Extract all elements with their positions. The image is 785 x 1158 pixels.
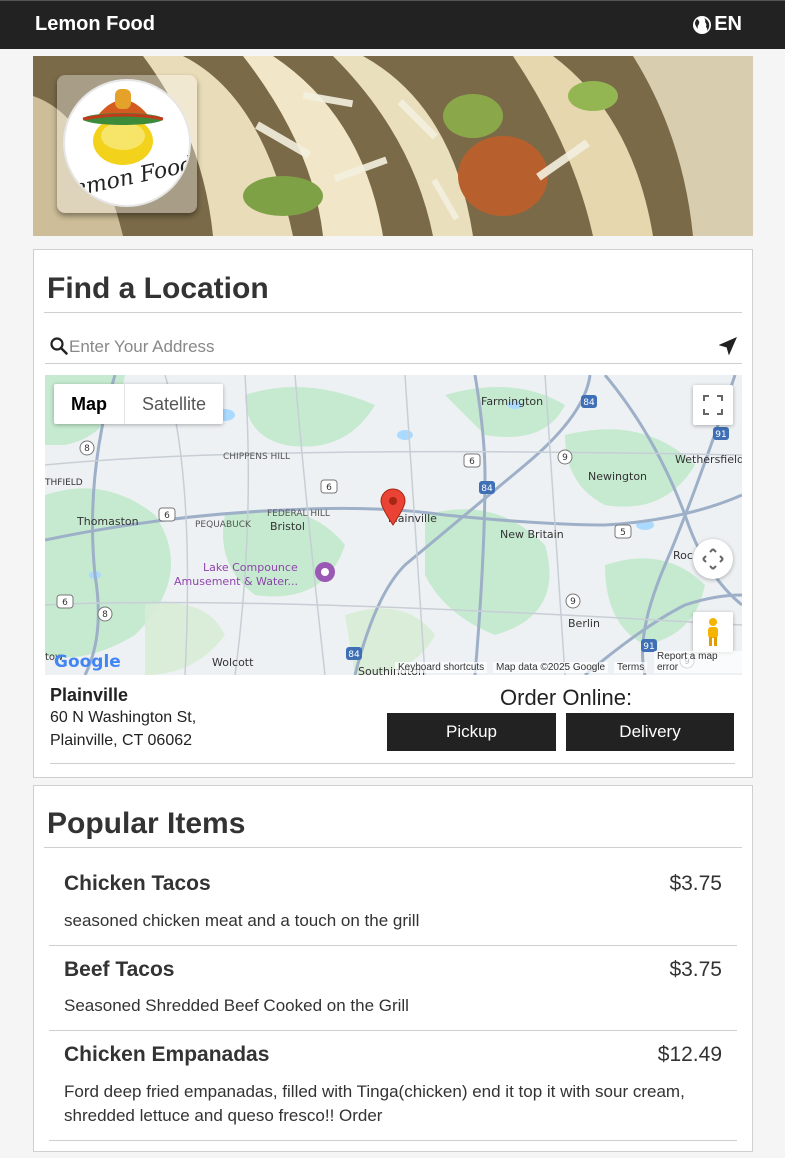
address-line-1: 60 N Washington St, [50,709,197,726]
map-type-map-button[interactable]: Map [54,384,125,424]
item-description: seasoned chicken meat and a touch on the… [64,911,420,930]
item-divider [49,945,737,946]
svg-text:91: 91 [715,430,726,440]
svg-text:6: 6 [326,483,332,493]
item-name: Chicken Tacos [64,872,211,895]
svg-text:Roc: Roc [673,549,693,562]
item-price: $3.75 [669,958,722,981]
language-code: EN [714,13,742,35]
find-location-card: Find a Location Enter Your Address 84 84… [33,249,753,778]
map-type-control: Map Satellite [54,384,224,424]
pegman-icon[interactable] [693,612,733,652]
title-divider [44,847,742,848]
svg-text:84: 84 [583,398,595,408]
svg-text:Wethersfield: Wethersfield [675,453,742,466]
svg-text:6: 6 [164,511,170,521]
item-divider [49,1140,737,1141]
pan-arrows-icon[interactable] [693,539,733,579]
language-selector[interactable]: EN [692,13,742,36]
svg-text:8: 8 [102,610,108,620]
item-name: Chicken Empanadas [64,1043,270,1066]
svg-text:New Britain: New Britain [500,528,564,541]
svg-text:91: 91 [643,642,654,652]
location-name: Plainville [50,685,129,705]
globe-icon [692,15,712,35]
svg-text:PEQUABUCK: PEQUABUCK [195,520,252,530]
svg-text:CHIPPENS HILL: CHIPPENS HILL [223,452,290,462]
item-name: Beef Tacos [64,958,175,981]
svg-text:Newington: Newington [588,470,647,483]
keyboard-shortcuts-link[interactable]: Keyboard shortcuts [395,662,488,673]
popular-items-title: Popular Items [47,807,246,840]
svg-text:Farmington: Farmington [481,395,543,408]
item-description: Seasoned Shredded Beef Cooked on the Gri… [64,996,409,1015]
google-logo: Google [54,652,121,672]
svg-text:Bristol: Bristol [270,520,305,533]
delivery-button[interactable]: Delivery [566,713,734,751]
location-divider [50,763,735,764]
item-price: $3.75 [669,872,722,895]
order-online-label: Order Online: [500,685,633,710]
item-description: Ford deep fried empanadas, filled with T… [64,1082,685,1125]
svg-text:THFIELD: THFIELD [45,478,83,488]
search-icon [50,337,68,360]
title-divider [44,312,742,313]
item-price: $12.49 [657,1043,722,1066]
find-location-title: Find a Location [47,272,269,305]
svg-text:6: 6 [62,598,68,608]
svg-text:Lake Compounce: Lake Compounce [203,561,298,574]
map-data-credit: Map data ©2025 Google [493,662,609,673]
map-type-satellite-button[interactable]: Satellite [125,384,223,424]
svg-text:Thomaston: Thomaston [76,515,139,528]
svg-text:Wolcott: Wolcott [212,656,254,669]
paper-plane-icon[interactable] [718,337,737,360]
svg-text:9: 9 [562,453,568,463]
top-navbar: Lemon Food EN [0,0,785,49]
popular-items-card: Popular Items Chicken Tacos $3.75 season… [33,785,753,1152]
svg-text:Berlin: Berlin [568,617,600,630]
lemon-food-logo: Lemon Food [63,79,191,207]
address-input[interactable] [69,335,709,359]
brand-name[interactable]: Lemon Food [35,13,155,36]
fullscreen-icon[interactable] [693,385,733,425]
item-divider [49,1030,737,1031]
terms-link[interactable]: Terms [614,662,648,673]
svg-text:FEDERAL HILL: FEDERAL HILL [267,509,330,519]
svg-text:5: 5 [620,528,626,538]
svg-text:8: 8 [84,444,90,454]
logo-frame: Lemon Food [57,75,197,213]
svg-text:Amusement & Water...: Amusement & Water... [174,575,298,588]
address-line-2: Plainville, CT 06062 [50,732,193,749]
pickup-button[interactable]: Pickup [387,713,556,751]
google-map[interactable]: 84 84 84 91 91 6666 88 999 5 F [45,375,742,675]
svg-text:9: 9 [570,597,576,607]
svg-text:84: 84 [348,650,360,660]
report-map-error-link[interactable]: Report a map error [654,651,742,673]
svg-text:6: 6 [469,457,475,467]
svg-text:84: 84 [481,484,493,494]
address-search-bar [45,330,742,364]
